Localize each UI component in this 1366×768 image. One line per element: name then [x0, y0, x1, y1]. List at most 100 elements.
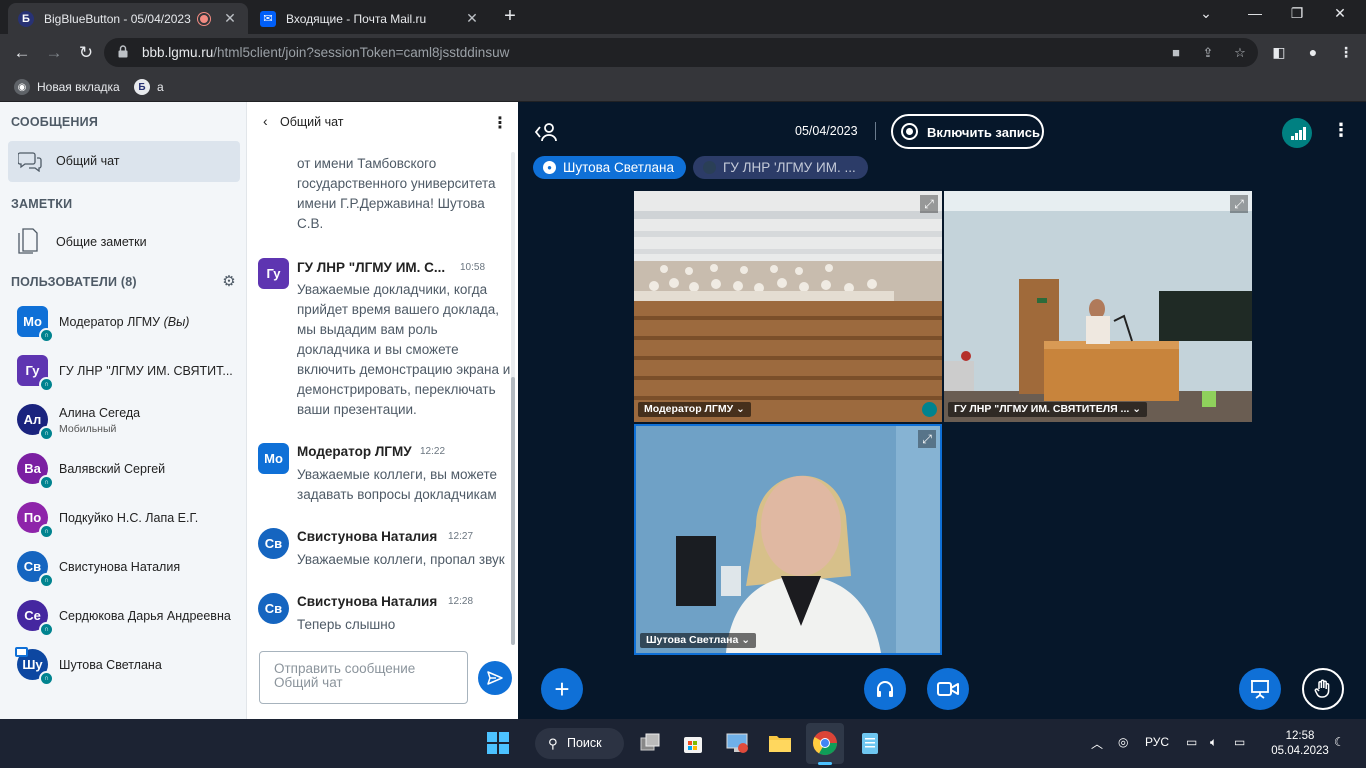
- shared-notes-item[interactable]: Общие заметки: [8, 223, 240, 259]
- user-list-item[interactable]: Се ∩ Сердюкова Дарья Андреевна: [0, 595, 246, 639]
- connection-status-icon[interactable]: [1282, 118, 1312, 148]
- message-avatar: Св: [258, 528, 289, 559]
- chat-message-input[interactable]: Отправить сообщение Общий чат: [259, 651, 468, 704]
- you-marker: (Вы): [163, 315, 190, 329]
- send-message-button[interactable]: [478, 661, 512, 695]
- windows-start-icon[interactable]: [484, 729, 512, 757]
- profile-icon[interactable]: ●: [1304, 43, 1322, 61]
- actions-plus-button[interactable]: +: [541, 668, 583, 710]
- user-name: Алина Сегеда: [59, 406, 141, 420]
- audio-headphones-button[interactable]: [864, 668, 906, 710]
- file-explorer-icon[interactable]: [766, 729, 794, 757]
- user-list-item[interactable]: Св ∩ Свистунова Наталия: [0, 546, 246, 590]
- tab-mail[interactable]: ✉ Входящие - Почта Mail.ru ✕: [250, 3, 490, 34]
- tray-overflow-chevron-icon[interactable]: ︿: [1091, 735, 1103, 752]
- bookmark-a[interactable]: Б а: [134, 77, 164, 97]
- user-settings-gear-icon[interactable]: ⚙: [221, 274, 237, 290]
- volume-icon[interactable]: 🔈︎: [1210, 735, 1217, 750]
- user-list-item[interactable]: Мо ∩ Модератор ЛГМУ (Вы): [0, 301, 246, 345]
- record-label: Включить запись: [927, 125, 1041, 140]
- active-app-indicator: [818, 762, 832, 765]
- bigbluebutton-icon: Б: [134, 79, 150, 95]
- close-tab-icon[interactable]: ✕: [464, 10, 480, 27]
- user-name: Модератор ЛГМУ (Вы): [59, 315, 190, 329]
- tab-search-icon[interactable]: ⌄: [1196, 5, 1216, 22]
- fullscreen-icon[interactable]: ⤢: [1230, 195, 1248, 213]
- listen-only-headphones-icon: ∩: [39, 573, 54, 588]
- chat-panel: ‹ Общий чат ⋮ от имени Тамбовского госуд…: [246, 102, 518, 719]
- user-list-item[interactable]: Ва ∩ Валявский Сергей: [0, 448, 246, 492]
- user-list-item[interactable]: По ∩ Подкуйко Н.С. Лапа Е.Г.: [0, 497, 246, 541]
- screen: Б BigBlueButton - 05/04/2023 ✕ ✉ Входящи…: [0, 0, 1366, 768]
- chat-scrollbar-thumb[interactable]: [511, 377, 515, 645]
- user-device-label: Мобильный: [59, 423, 117, 435]
- reload-button[interactable]: ↻: [74, 41, 98, 65]
- forward-button[interactable]: →: [42, 41, 66, 65]
- chrome-tray-icon[interactable]: ◎: [1118, 735, 1128, 749]
- chat-options-icon[interactable]: ⋮: [492, 113, 508, 133]
- new-tab-button[interactable]: +: [500, 6, 520, 26]
- address-bar[interactable]: bbb.lgmu.ru/html5client/join?sessionToke…: [104, 38, 1258, 67]
- microsoft-store-icon[interactable]: [679, 729, 707, 757]
- tab-bigbluebutton[interactable]: Б BigBlueButton - 05/04/2023 ✕: [8, 3, 248, 34]
- toggle-user-list-icon[interactable]: [534, 121, 558, 143]
- input-language[interactable]: РУС: [1145, 735, 1169, 749]
- talking-indicator[interactable]: ● Шутова Светлана: [533, 156, 687, 179]
- message-time: 12:22: [420, 446, 446, 457]
- video-tile[interactable]: ⤢ ГУ ЛНР "ЛГМУ ИМ. СВЯТИТЕЛЯ ... ⌄: [944, 191, 1252, 422]
- podium-video-image: [944, 191, 1252, 422]
- network-icon[interactable]: ▭: [1186, 735, 1197, 749]
- chevron-left-icon[interactable]: ‹: [263, 113, 268, 129]
- talking-indicator[interactable]: ГУ ЛНР 'ЛГМУ ИМ. ...: [693, 156, 868, 179]
- raise-hand-button[interactable]: [1302, 668, 1344, 710]
- public-chat-item[interactable]: Общий чат: [8, 141, 240, 182]
- camera-button[interactable]: [927, 668, 969, 710]
- notes-section-title: ЗАМЕТКИ: [11, 197, 73, 211]
- meeting-options-icon[interactable]: ⋮: [1332, 120, 1350, 141]
- back-button[interactable]: ←: [10, 41, 34, 65]
- hand-icon: [1314, 679, 1330, 698]
- video-name-label[interactable]: Шутова Светлана ⌄: [640, 633, 757, 648]
- share-icon[interactable]: ⇪: [1200, 45, 1216, 61]
- presentation-button[interactable]: [1239, 668, 1281, 710]
- restore-button[interactable]: ❐: [1287, 5, 1307, 22]
- remote-desktop-icon[interactable]: [723, 729, 751, 757]
- url-text: bbb.lgmu.ru/html5client/join?sessionToke…: [142, 45, 510, 60]
- tab-title: Входящие - Почта Mail.ru: [286, 11, 427, 26]
- taskbar-search[interactable]: ⚲ Поиск: [535, 728, 624, 759]
- notifications-icon[interactable]: ☾: [1334, 735, 1345, 749]
- user-name: Шутова Светлана: [59, 658, 162, 672]
- video-camera-icon: [937, 682, 959, 696]
- chrome-icon[interactable]: [811, 729, 839, 757]
- presenter-icon: [15, 647, 28, 657]
- battery-icon[interactable]: ▭: [1234, 735, 1245, 749]
- camera-in-use-icon[interactable]: ■: [1168, 45, 1184, 61]
- user-list-item[interactable]: Ал ∩ Алина Сегеда Мобильный: [0, 399, 246, 443]
- chat-bubbles-icon: [18, 152, 42, 172]
- user-name: ГУ ЛНР "ЛГМУ ИМ. СВЯТИТ...: [59, 364, 233, 378]
- fullscreen-icon[interactable]: ⤢: [920, 195, 938, 213]
- bookmark-new-tab[interactable]: ◉ Новая вкладка: [14, 77, 120, 97]
- video-name-label[interactable]: Модератор ЛГМУ ⌄: [638, 402, 751, 417]
- users-section-title: ПОЛЬЗОВАТЕЛИ (8): [11, 275, 137, 289]
- fullscreen-icon[interactable]: ⤢: [918, 430, 936, 448]
- video-name-label[interactable]: ГУ ЛНР "ЛГМУ ИМ. СВЯТИТЕЛЯ ... ⌄: [948, 402, 1148, 417]
- video-tile[interactable]: ⤢ Модератор ЛГМУ ⌄: [634, 191, 942, 422]
- mail-favicon-icon: ✉: [260, 10, 276, 27]
- user-list-item[interactable]: Гу ∩ ГУ ЛНР "ЛГМУ ИМ. СВЯТИТ...: [0, 350, 246, 394]
- talker-name: ГУ ЛНР 'ЛГМУ ИМ. ...: [723, 160, 856, 175]
- bookmark-star-icon[interactable]: ☆: [1232, 45, 1248, 61]
- video-tile-active-speaker[interactable]: ⤢ Шутова Светлана ⌄: [634, 424, 942, 655]
- system-clock[interactable]: 12:58 05.04.2023: [1270, 729, 1330, 759]
- task-view-icon[interactable]: [636, 729, 664, 757]
- user-list-item[interactable]: Шу ∩ Шутова Светлана: [0, 644, 246, 688]
- user-name: Свистунова Наталия: [59, 560, 181, 574]
- notepad-icon[interactable]: [856, 729, 884, 757]
- side-panel-icon[interactable]: ◧: [1270, 43, 1288, 61]
- start-recording-button[interactable]: Включить запись: [891, 114, 1044, 149]
- minimize-button[interactable]: —: [1245, 5, 1265, 21]
- close-window-button[interactable]: ✕: [1330, 5, 1350, 22]
- close-tab-icon[interactable]: ✕: [222, 10, 238, 27]
- message-author: Модератор ЛГМУ: [297, 444, 412, 459]
- browser-menu-icon[interactable]: ⋮: [1337, 43, 1355, 61]
